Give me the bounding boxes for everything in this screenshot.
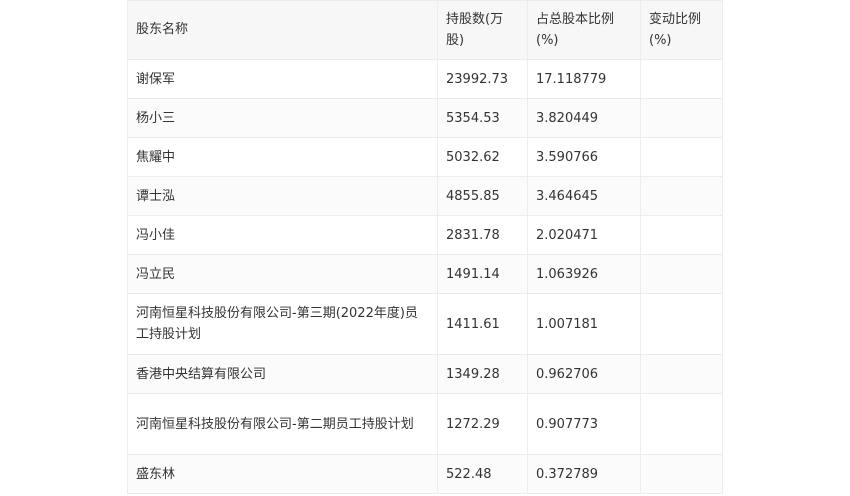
cell-shares: 1411.61 [437,293,528,355]
cell-name: 谢保军 [127,59,438,99]
cell-shares: 2831.78 [437,215,528,255]
header-shareholder-name: 股东名称 [127,0,438,60]
cell-change [640,354,723,394]
table-row: 河南恒星科技股份有限公司-第二期员工持股计划 1272.29 0.907773 [127,393,723,455]
header-shares: 持股数(万股) [437,0,528,60]
cell-change [640,254,723,294]
cell-ratio: 0.962706 [527,354,641,394]
header-change-ratio: 变动比例(%) [640,0,723,60]
table-row: 冯立民 1491.14 1.063926 [127,254,723,294]
cell-change [640,454,723,494]
cell-change [640,59,723,99]
cell-change [640,137,723,177]
cell-name: 河南恒星科技股份有限公司-第二期员工持股计划 [127,393,438,455]
table-row: 冯小佳 2831.78 2.020471 [127,215,723,255]
shareholder-table: 股东名称 持股数(万股) 占总股本比例(%) 变动比例(%) 谢保军 23992… [127,0,723,494]
cell-name: 香港中央结算有限公司 [127,354,438,394]
cell-name: 河南恒星科技股份有限公司-第三期(2022年度)员工持股计划 [127,293,438,355]
cell-change [640,176,723,216]
cell-shares: 1491.14 [437,254,528,294]
cell-ratio: 0.372789 [527,454,641,494]
cell-name: 盛东林 [127,454,438,494]
table-header-row: 股东名称 持股数(万股) 占总股本比例(%) 变动比例(%) [127,0,723,60]
table-row: 香港中央结算有限公司 1349.28 0.962706 [127,354,723,394]
shareholder-table-container: 股东名称 持股数(万股) 占总股本比例(%) 变动比例(%) 谢保军 23992… [127,0,723,494]
table-row: 谢保军 23992.73 17.118779 [127,59,723,99]
cell-name: 谭士泓 [127,176,438,216]
cell-name: 冯立民 [127,254,438,294]
table-row: 杨小三 5354.53 3.820449 [127,98,723,138]
cell-ratio: 3.820449 [527,98,641,138]
cell-shares: 522.48 [437,454,528,494]
table-row: 焦耀中 5032.62 3.590766 [127,137,723,177]
table-row: 河南恒星科技股份有限公司-第三期(2022年度)员工持股计划 1411.61 1… [127,293,723,355]
cell-ratio: 1.007181 [527,293,641,355]
cell-ratio: 1.063926 [527,254,641,294]
cell-change [640,215,723,255]
cell-change [640,98,723,138]
cell-change [640,293,723,355]
cell-shares: 1349.28 [437,354,528,394]
cell-ratio: 3.590766 [527,137,641,177]
cell-name: 冯小佳 [127,215,438,255]
cell-change [640,393,723,455]
table-row: 谭士泓 4855.85 3.464645 [127,176,723,216]
cell-name: 焦耀中 [127,137,438,177]
table-row: 盛东林 522.48 0.372789 [127,454,723,494]
cell-shares: 5032.62 [437,137,528,177]
header-share-ratio: 占总股本比例(%) [527,0,641,60]
cell-shares: 4855.85 [437,176,528,216]
cell-shares: 1272.29 [437,393,528,455]
cell-shares: 23992.73 [437,59,528,99]
cell-ratio: 3.464645 [527,176,641,216]
cell-ratio: 17.118779 [527,59,641,99]
cell-shares: 5354.53 [437,98,528,138]
cell-ratio: 2.020471 [527,215,641,255]
cell-ratio: 0.907773 [527,393,641,455]
cell-name: 杨小三 [127,98,438,138]
